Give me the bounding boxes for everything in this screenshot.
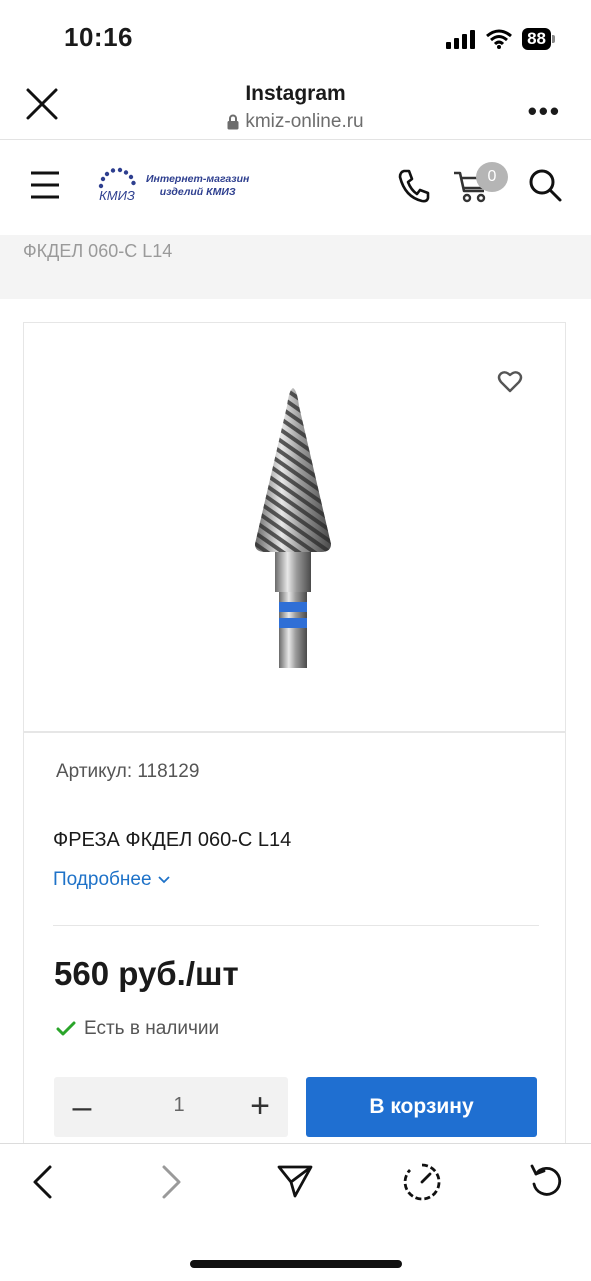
browser-url-row[interactable]: kmiz-online.ru [0, 111, 591, 133]
check-icon [56, 1021, 76, 1036]
status-icons: 88 [446, 24, 555, 54]
more-icon[interactable]: ••• [528, 96, 561, 127]
menu-icon[interactable] [30, 170, 60, 200]
wifi-icon [486, 29, 513, 49]
heart-icon[interactable] [497, 370, 523, 394]
phone-icon[interactable] [396, 168, 430, 204]
logo-line2: изделий КМИЗ [159, 186, 236, 198]
product-sku: Артикул: 118129 [56, 761, 200, 782]
browser-title: Instagram [245, 82, 346, 105]
battery-level: 88 [522, 28, 551, 50]
logo-text: Интернет-магазин изделий КМИЗ [146, 173, 249, 199]
back-icon[interactable] [28, 1164, 58, 1200]
more-details-link[interactable]: Подробнее [53, 869, 170, 891]
minus-icon[interactable]: – [70, 1090, 94, 1124]
status-time: 10:16 [64, 22, 133, 52]
logo-mark-text: КМИЗ [99, 188, 135, 203]
search-icon[interactable] [527, 167, 563, 203]
plus-icon[interactable]: + [246, 1089, 274, 1123]
product-name: ФРЕЗА ФКДЕЛ 060-С L14 [53, 829, 292, 851]
chevron-down-icon [157, 876, 170, 884]
quantity-input[interactable]: 1 [164, 1094, 194, 1117]
browser-url: kmiz-online.ru [245, 111, 364, 132]
product-image [255, 388, 331, 668]
logo-mark-icon: КМИЗ [98, 167, 136, 203]
more-details-label: Подробнее [53, 869, 152, 890]
signal-icon [446, 30, 476, 49]
breadcrumb[interactable]: ФКДЕЛ 060-С L14 [23, 241, 172, 262]
stock-status: Есть в наличии [56, 1018, 219, 1040]
product-price: 560 руб./шт [54, 955, 239, 992]
cart-count-badge: 0 [476, 162, 508, 192]
price-divider [53, 925, 539, 926]
header-divider [0, 139, 591, 140]
stock-label: Есть в наличии [84, 1018, 220, 1039]
logo-line1: Интернет-магазин [146, 173, 250, 185]
forward-icon[interactable] [156, 1164, 186, 1200]
battery-icon: 88 [522, 28, 555, 50]
add-to-cart-button[interactable]: В корзину [306, 1077, 537, 1137]
lock-icon [227, 114, 239, 130]
share-icon[interactable] [276, 1162, 314, 1200]
reload-icon[interactable] [528, 1162, 566, 1200]
home-indicator [190, 1260, 402, 1268]
speed-icon[interactable] [402, 1162, 442, 1202]
site-logo[interactable]: КМИЗ Интернет-магазин изделий КМИЗ [96, 166, 249, 206]
